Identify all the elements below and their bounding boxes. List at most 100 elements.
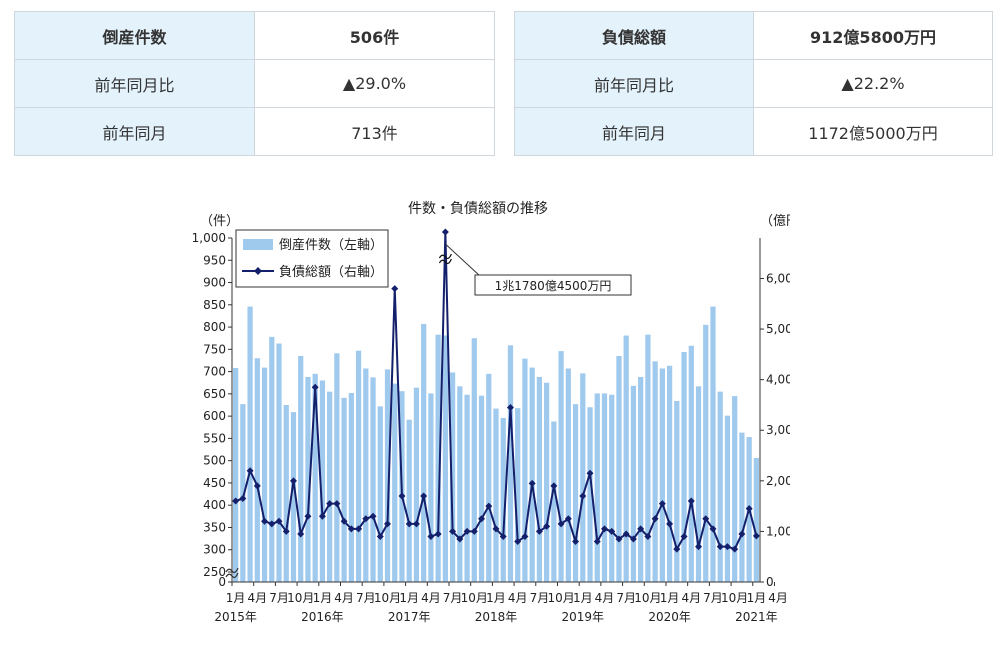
bar-count [247, 306, 253, 582]
callout-text: 1兆1780億4500万円 [495, 279, 612, 293]
x-tick-label: 7月 [616, 591, 636, 605]
bar-count [739, 432, 745, 582]
x-tick-label: 7月 [356, 591, 376, 605]
year-label: 2016年 [301, 610, 344, 624]
table-label-cell: 前年同月比 [14, 59, 255, 108]
table-value-cell: 912億5800万円 [753, 11, 993, 60]
bar-count [442, 335, 448, 582]
bar-count [659, 368, 665, 582]
bar-count [457, 386, 463, 582]
bar-count [594, 393, 600, 582]
bar-count [630, 385, 637, 582]
right-axis-unit: （億円） [760, 213, 790, 229]
year-label: 2019年 [562, 610, 605, 624]
bar-count [724, 415, 731, 582]
x-tick-label: 10月 [634, 591, 661, 605]
left-tick-label: 300 [203, 543, 226, 557]
left-tick-label: 600 [203, 409, 226, 423]
bar-count [254, 358, 260, 582]
table-label-cell: 負債総額 [514, 11, 754, 60]
legend-swatch-bar [243, 239, 273, 250]
bar-count [616, 356, 622, 582]
table-label-cell: 倒産件数 [14, 11, 255, 60]
bar-count [334, 353, 340, 582]
x-tick-label: 4月 [334, 591, 354, 605]
x-tick-label: 1月 [747, 591, 767, 605]
legend-label-count: 倒産件数（左軸） [279, 237, 383, 253]
table-label-cell: 前年同月 [514, 107, 754, 156]
x-tick-label: 4月 [681, 591, 701, 605]
bar-count [681, 352, 687, 582]
x-tick-label: 10月 [374, 591, 401, 605]
table-value-cell: 1172億5000万円 [753, 107, 993, 156]
bar-count [355, 350, 362, 582]
right-tick-label: 1,000 [766, 524, 790, 538]
bar-count [558, 351, 564, 582]
bar-count [674, 400, 680, 582]
left-tick-label: 400 [203, 498, 226, 512]
x-tick-label: 7月 [530, 591, 550, 605]
bar-count [601, 393, 608, 582]
table-value-cell: 713件 [254, 107, 495, 156]
table-value-cell: 506件 [254, 11, 495, 60]
bar-count [717, 391, 723, 582]
x-tick-label: 1月 [399, 591, 419, 605]
bankruptcy-trend-chart: 件数・負債総額の推移 （件） （億円） 0 250 300 350 400 450 500 5… [192, 201, 790, 624]
year-label: 2018年 [475, 610, 518, 624]
table-value-cell: ▲22.2% [753, 59, 993, 108]
bar-count [327, 391, 333, 582]
left-tick-label: 800 [203, 320, 226, 334]
x-tick-label: 7月 [269, 591, 289, 605]
table-row: 前年同月比 ▲29.0% [14, 59, 495, 108]
bar-count [652, 361, 658, 582]
bar-count [544, 382, 550, 582]
bar-count [623, 335, 629, 582]
table-row: 前年同月比 ▲22.2% [514, 59, 993, 108]
x-tick-label: 10月 [721, 591, 748, 605]
bar-count [645, 334, 651, 582]
bar-count [522, 358, 528, 582]
bar-count [565, 368, 571, 582]
x-tick-label: 1月 [486, 591, 506, 605]
left-tick-label: 850 [203, 298, 226, 312]
bar-count [406, 419, 412, 582]
right-tick-label: 4,000 [766, 373, 790, 387]
left-tick-label: 250 [203, 565, 226, 579]
table-label-cell: 前年同月 [14, 107, 255, 156]
left-axis-unit: （件） [200, 214, 239, 229]
bar-count [638, 376, 644, 582]
bar-count [283, 405, 289, 582]
bar-count [753, 457, 759, 582]
legend-label-debt: 負債総額（右軸） [279, 265, 383, 280]
bar-count [486, 373, 492, 582]
bar-count [428, 393, 434, 582]
bar-count [341, 397, 347, 582]
bar-count [392, 383, 398, 582]
chart-legend: 倒産件数（左軸） 負債総額（右軸） [235, 229, 389, 288]
bar-count [529, 367, 535, 582]
left-tick-label: 900 [203, 276, 226, 290]
right-tick-label: 2,000 [766, 474, 790, 488]
table-row: 倒産件数 506件 [14, 11, 495, 60]
point-debt [441, 228, 449, 236]
bar-count [421, 323, 427, 582]
x-tick-label: 1月 [660, 591, 680, 605]
bar-count [269, 336, 275, 582]
bar-count [703, 324, 709, 582]
x-tick-label: 10月 [547, 591, 574, 605]
bar-count [609, 394, 615, 582]
x-tick-label: 10月 [461, 591, 488, 605]
x-tick-label: 4月 [768, 591, 788, 605]
bar-count [666, 365, 673, 582]
left-tick-label: 700 [203, 365, 226, 379]
bar-count [298, 356, 304, 582]
right-tick-label: 3,000 [766, 423, 790, 437]
x-tick-label: 10月 [287, 591, 314, 605]
year-label: 2020年 [648, 610, 691, 624]
right-tick-label: 6,000 [766, 271, 790, 285]
x-tick-label: 1月 [226, 591, 246, 605]
x-tick-label: 7月 [703, 591, 723, 605]
table-row: 前年同月 1172億5000万円 [514, 107, 993, 156]
bar-count [370, 377, 376, 582]
bar-count [580, 373, 586, 582]
